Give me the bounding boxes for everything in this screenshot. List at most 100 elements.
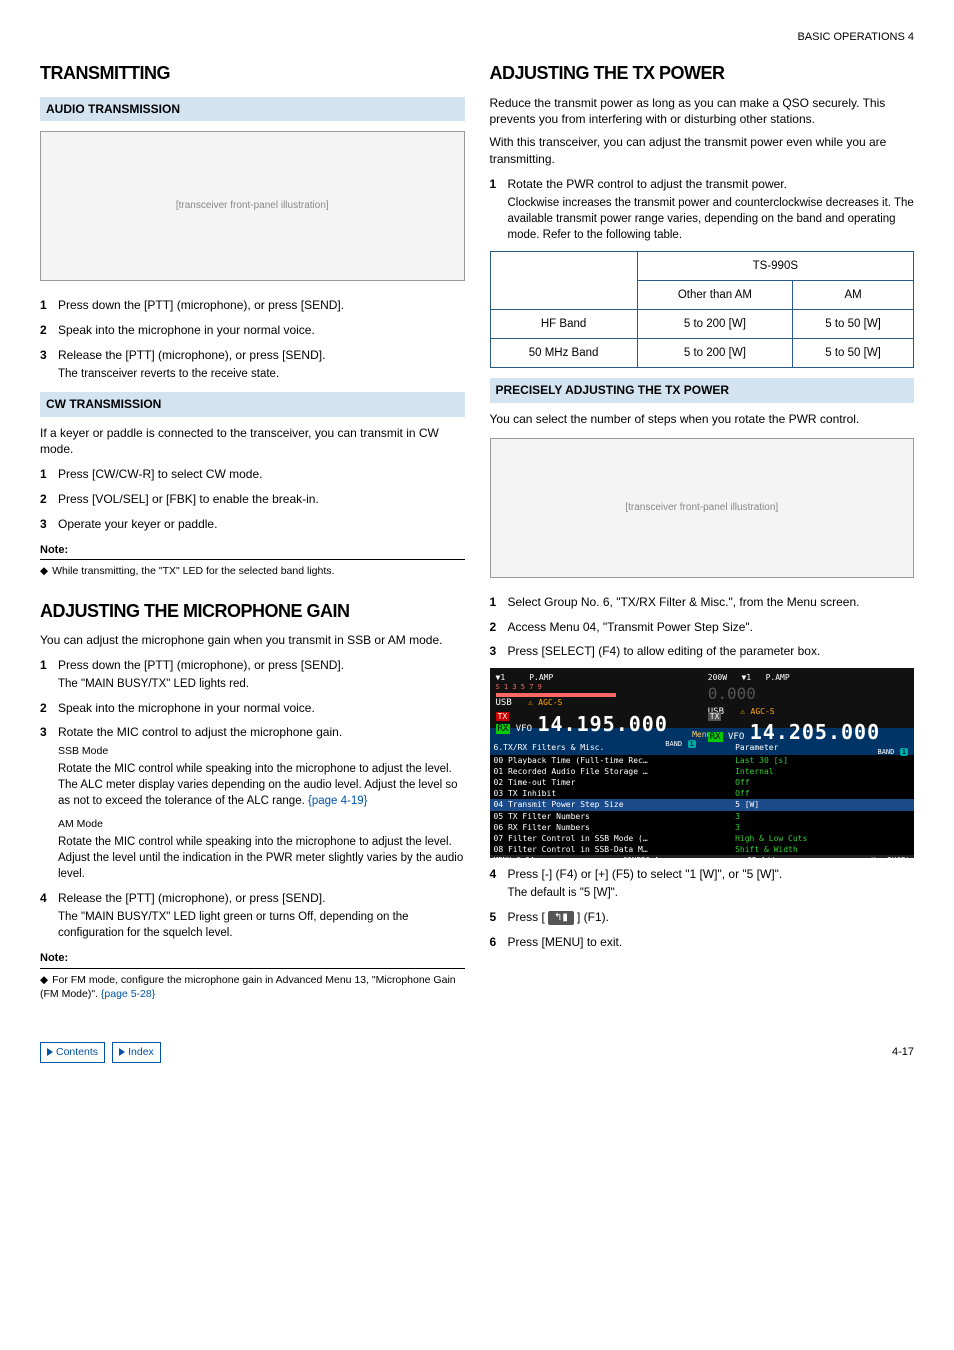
table-cell: 5 to 50 [W] [793,310,914,339]
step-number: 3 [40,516,47,533]
radio-front-panel-illustration: [transceiver front-panel illustration] [40,131,465,281]
right-column: ADJUSTING THE TX POWER Reduce the transm… [490,55,915,1001]
row-value: 5 [W] [735,799,910,810]
row-label: Filter Control in SSB-Data M… [508,845,648,854]
table-cell: 50 MHz Band [490,339,637,368]
vfo-label: VFO [516,724,532,734]
page-link[interactable]: {page 5-28} [101,988,155,1000]
step-text: Press [VOL/SEL] or [FBK] to enable the b… [58,492,319,506]
step-number: 2 [490,619,497,636]
usb-label: USB [496,698,512,708]
menu-row: 06 RX Filter Numbers3 [490,822,915,833]
contents-label: Contents [56,1045,98,1060]
list-item: 3 Rotate the MIC control to adjust the m… [40,724,465,882]
step-text: Press down the [PTT] (microphone), or pr… [58,658,344,672]
row-id: 06 [494,823,504,832]
mode-text: Rotate the MIC control while speaking in… [58,834,465,882]
note-title: Note: [40,543,465,560]
main-pane: ▼1 P.AMP S 1 3 5 7 9 USB ⚠ AGC-S RX VFO … [490,668,702,728]
row-value: Off [735,788,910,799]
index-label: Index [128,1045,154,1060]
radio-front-panel-illustration: [transceiver front-panel illustration] [490,438,915,578]
page-link[interactable]: {page 4-19} [308,795,367,807]
row-label: TX Inhibit [508,789,556,798]
list-item: 4 Release the [PTT] (microphone), or pre… [40,890,465,941]
contents-button[interactable]: Contents [40,1042,105,1063]
frequency-main: 14.195.000 [537,712,667,736]
step-number: 1 [490,176,497,193]
list-item: 6 Press [MENU] to exit. [490,934,915,951]
step-text: Release the [PTT] (microphone), or press… [58,891,325,905]
step-text: Rotate the MIC control to adjust the mic… [58,725,342,739]
row-id: 07 [494,834,504,843]
step-number: 3 [40,724,47,741]
rx-badge: RX [496,724,511,734]
mode-label: SSB Mode [58,744,465,759]
menu-row-selected: 04 Transmit Power Step Size5 [W] [490,799,915,810]
list-item: 2 Access Menu 04, "Transmit Power Step Si… [490,619,915,636]
diamond-icon: ◆ [40,974,48,986]
list-item: 3 Release the [PTT] (microphone), or pre… [40,347,465,382]
list-item: 1 Press down the [PTT] (microphone), or … [40,657,465,692]
precise-steps-a: 1Select Group No. 6, "TX/RX Filter & Mis… [490,594,915,660]
mode-text-body: Rotate the MIC control while speaking in… [58,763,458,807]
two-column-layout: TRANSMITTING AUDIO TRANSMISSION [transce… [40,55,914,1001]
wattage-label: 200W [708,673,727,682]
step-text: Select Group No. 6, "TX/RX Filter & Misc… [508,595,860,609]
menu-config: CONFIG A [623,856,659,858]
row-label: TX Filter Numbers [508,812,590,821]
subhead-cw-transmission: CW TRANSMISSION [40,392,465,417]
note-text: While transmitting, the "TX" LED for the… [52,565,334,577]
screen-top-panes: ▼1 P.AMP S 1 3 5 7 9 USB ⚠ AGC-S RX VFO … [490,668,915,728]
mic-intro: You can adjust the microphone gain when … [40,632,465,649]
tx-power-step-list: 1 Rotate the PWR control to adjust the t… [490,176,915,243]
list-item: 1Select Group No. 6, "TX/RX Filter & Mis… [490,594,915,611]
table-header-model: TS-990S [637,251,913,280]
row-value: 3 [735,822,910,833]
row-id: 00 [494,756,504,765]
step-text: Press down the [PTT] (microphone), or pr… [58,298,344,312]
step-text: Speak into the microphone in your normal… [58,323,315,337]
menu-row: 03 TX Inhibit Off [490,788,915,799]
table-cell [490,251,637,309]
index-button[interactable]: Index [112,1042,161,1063]
note-box: Note: ◆ While transmitting, the "TX" LED … [40,543,465,579]
table-header-other: Other than AM [637,280,793,309]
tx-power-intro-2: With this transceiver, you can adjust th… [490,134,915,168]
list-item: 2 Speak into the microphone in your norm… [40,700,465,717]
list-item: 4 Press [-] (F4) or [+] (F5) to select "… [490,866,915,901]
step-number: 3 [490,643,497,660]
pamp-label: P.AMP [529,673,553,682]
row-label: Filter Control in SSB Mode (… [508,834,648,843]
triangle-icon [47,1048,53,1056]
table-cell: 5 to 200 [W] [637,339,793,368]
rx-badge: RX [708,732,723,742]
mic-steps-list: 1 Press down the [PTT] (microphone), or … [40,657,465,941]
row-label: Transmit Power Step Size [508,800,624,809]
row-id: 05 [494,812,504,821]
step-text: Access Menu 04, "Transmit Power Step Siz… [508,620,754,634]
menu-id: MENU 6-04 [494,856,535,858]
step-text: Press [CW/CW-R] to select CW mode. [58,467,262,481]
list-item: 3 Press [SELECT] (F4) to allow editing of… [490,643,915,660]
cw-steps-list: 1Press [CW/CW-R] to select CW mode. 2Pre… [40,466,465,532]
list-item: 1 Rotate the PWR control to adjust the t… [490,176,915,243]
diamond-icon: ◆ [40,565,48,577]
step-text: Speak into the microphone in your normal… [58,701,315,715]
step-text: Rotate the PWR control to adjust the tra… [508,177,787,191]
step-number: 4 [490,866,497,883]
row-value: Off [735,777,910,788]
list-item: 3 Operate your keyer or paddle. [40,516,465,533]
table-cell: 5 to 50 [W] [793,339,914,368]
step-text: Operate your keyer or paddle. [58,517,217,531]
step-text: Press [SELECT] (F4) to allow editing of … [508,644,821,658]
note-body: ◆For FM mode, configure the microphone g… [40,969,465,1002]
footer-nav: Contents Index [40,1042,165,1063]
row-id: 03 [494,789,504,798]
tx-power-intro-1: Reduce the transmit power as long as you… [490,95,915,129]
step-number: 4 [40,890,47,907]
audio-steps-list: 1 Press down the [PTT] (microphone), or … [40,297,465,381]
row-value: High & Low Cuts [735,833,910,844]
warning-icon: ⚠ [528,698,533,707]
triangle-icon [119,1048,125,1056]
